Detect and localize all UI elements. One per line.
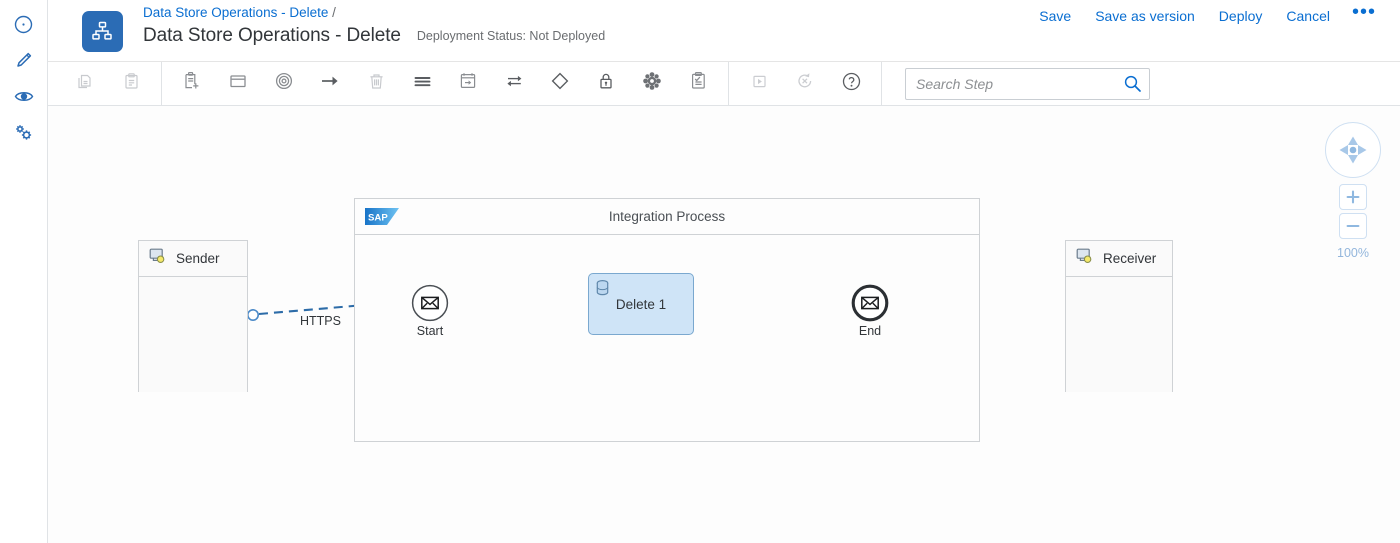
validate-icon [689, 71, 708, 96]
explore-icon [14, 15, 33, 34]
page-title: Data Store Operations - Delete [143, 25, 401, 46]
participant-sender-header: Sender [139, 241, 247, 277]
list-icon [412, 72, 433, 96]
delete-button[interactable] [353, 62, 399, 106]
title-block: Data Store Operations - Delete / Data St… [143, 4, 605, 47]
header-actions: Save Save as version Deploy Cancel ••• [1027, 2, 1386, 28]
overflow-menu-icon[interactable]: ••• [1342, 2, 1386, 26]
node-delete-1[interactable]: Delete 1 [588, 273, 694, 335]
breadcrumb-separator: / [332, 5, 336, 20]
process-button[interactable] [399, 62, 445, 106]
toolbar-separator-1 [161, 61, 162, 106]
exchange-button[interactable] [491, 62, 537, 106]
save-as-version-button[interactable]: Save as version [1083, 4, 1207, 28]
zoom-controls: 100% [1324, 122, 1382, 260]
envelope-icon [861, 296, 879, 310]
zoom-in-button[interactable] [1339, 184, 1367, 210]
breadcrumb[interactable]: Data Store Operations - Delete / [143, 4, 605, 22]
toolbar-separator-3 [881, 61, 882, 106]
add-step-button[interactable] [169, 62, 215, 106]
gateway-button[interactable] [537, 62, 583, 106]
search-icon[interactable] [1123, 74, 1142, 98]
participant-sender[interactable]: Sender [138, 240, 248, 392]
event-icon [274, 71, 294, 96]
sidebar-item-edit[interactable] [5, 42, 43, 78]
participant-sender-label: Sender [176, 251, 220, 266]
event-button[interactable] [261, 62, 307, 106]
connector-button[interactable] [307, 62, 353, 106]
view-icon [14, 87, 34, 106]
save-button[interactable]: Save [1027, 4, 1083, 28]
help-button[interactable] [828, 62, 874, 106]
run-button[interactable] [736, 62, 782, 106]
integration-flow-icon [82, 11, 123, 52]
copy-icon [76, 72, 95, 96]
validate-button[interactable] [675, 62, 721, 106]
security-button[interactable] [583, 62, 629, 106]
paste-button[interactable] [108, 62, 154, 106]
editor-toolbar [48, 61, 1400, 106]
sidebar-item-configure[interactable] [5, 114, 43, 150]
sidebar-item-view[interactable] [5, 78, 43, 114]
sap-logo: SAP [365, 208, 401, 225]
help-icon [841, 71, 862, 97]
paste-icon [122, 72, 141, 96]
run-icon [750, 72, 769, 96]
copy-button[interactable] [62, 62, 108, 106]
participant-receiver-label: Receiver [1103, 251, 1157, 266]
toolbar-separator-2 [728, 61, 729, 106]
search-input[interactable] [905, 67, 1150, 100]
edge-label-https: HTTPS [300, 314, 341, 328]
node-start-label: Start [416, 324, 444, 338]
message-mapping-icon [458, 71, 478, 96]
node-start-event[interactable]: Start [411, 284, 449, 338]
header-bar: Data Store Operations - Delete / Data St… [48, 0, 1400, 61]
pan-control-icon[interactable] [1325, 122, 1381, 178]
exchange-icon [504, 71, 525, 96]
revert-button[interactable] [782, 62, 828, 106]
node-end-event[interactable]: End [851, 284, 889, 338]
revert-icon [795, 71, 815, 96]
edit-icon [14, 51, 33, 70]
cancel-button[interactable]: Cancel [1274, 4, 1342, 28]
settings-button[interactable] [629, 62, 675, 106]
zoom-out-button[interactable] [1339, 213, 1367, 239]
left-rail [0, 0, 48, 543]
zoom-level-label: 100% [1337, 246, 1369, 260]
gateway-icon [550, 71, 570, 96]
sender-endpoint-handle[interactable] [247, 309, 260, 322]
node-delete-1-label: Delete 1 [615, 296, 667, 312]
deploy-button[interactable]: Deploy [1207, 4, 1275, 28]
lock-icon [597, 71, 615, 96]
integration-flow-editor: Data Store Operations - Delete / Data St… [0, 0, 1400, 543]
breadcrumb-link[interactable]: Data Store Operations - Delete [143, 5, 328, 20]
participant-system-icon [1076, 248, 1094, 269]
add-task-icon [182, 71, 202, 96]
deployment-status: Deployment Status: Not Deployed [416, 29, 606, 43]
envelope-icon [421, 296, 439, 310]
diagram-canvas[interactable]: Sender Receiver SAP Integration Process … [48, 106, 1400, 543]
search-step-container [905, 67, 1150, 100]
bpmn-diagram: Sender Receiver SAP Integration Process … [48, 106, 1400, 543]
pool-header: SAP Integration Process [355, 199, 979, 235]
pool-title: Integration Process [608, 209, 726, 224]
delete-icon [367, 72, 386, 96]
gear-cluster-icon [642, 71, 662, 96]
sidebar-item-explore[interactable] [5, 6, 43, 42]
participant-system-icon [149, 248, 167, 269]
participant-icon [228, 71, 248, 96]
svg-text:SAP: SAP [368, 212, 388, 223]
participant-receiver[interactable]: Receiver [1065, 240, 1173, 392]
participant-receiver-body [1066, 277, 1172, 392]
participant-receiver-header: Receiver [1066, 241, 1172, 277]
node-end-label: End [858, 324, 882, 338]
mapping-button[interactable] [445, 62, 491, 106]
database-icon [595, 279, 610, 303]
participant-button[interactable] [215, 62, 261, 106]
arrow-right-icon [319, 71, 341, 96]
configure-icon [14, 123, 34, 142]
participant-sender-body [139, 277, 247, 392]
